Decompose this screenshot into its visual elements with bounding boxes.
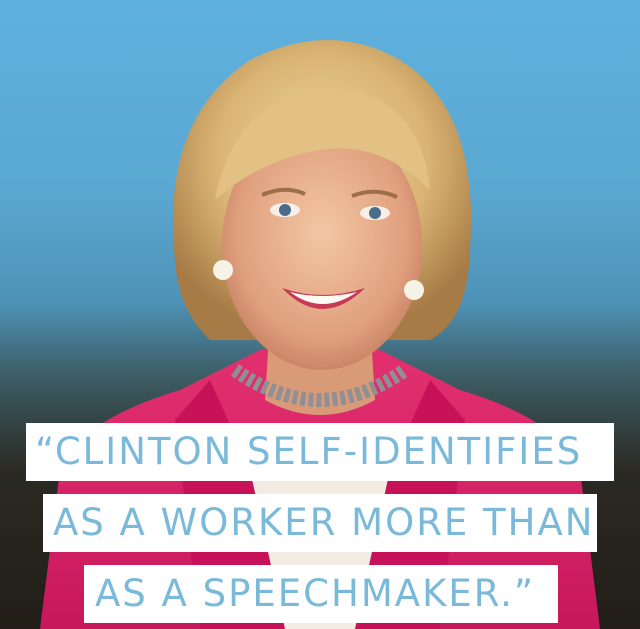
quote-line-3: AS A SPEECHMAKER.”	[84, 565, 558, 623]
quote-line-2: AS A WORKER MORE THAN	[43, 494, 597, 552]
right-earring	[404, 280, 424, 300]
left-earring	[213, 260, 233, 280]
quote-graphic: “CLINTON SELF-IDENTIFIES AS A WORKER MOR…	[0, 0, 640, 629]
quote-line-1: “CLINTON SELF-IDENTIFIES	[26, 423, 614, 481]
